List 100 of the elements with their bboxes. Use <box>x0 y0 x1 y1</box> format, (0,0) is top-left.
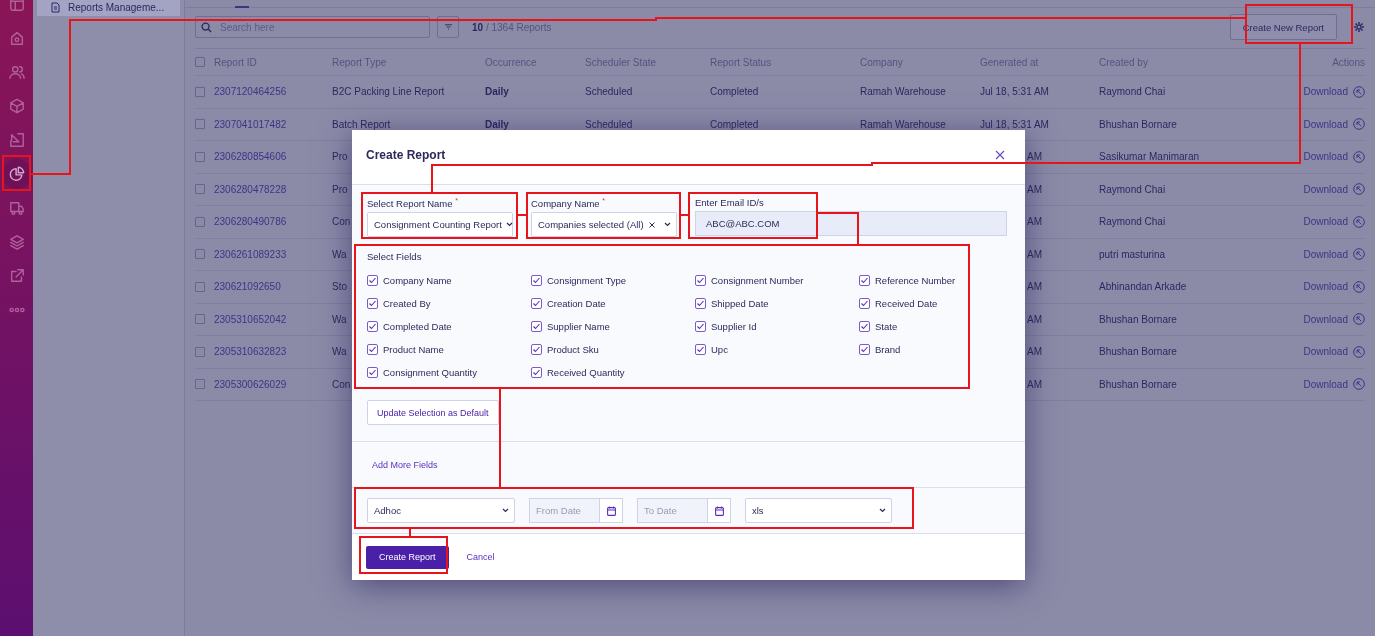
checkbox[interactable] <box>695 275 706 287</box>
select-dropdown[interactable]: xls <box>745 498 892 524</box>
checkbox-label: Supplier Id <box>711 321 757 333</box>
checkbox[interactable] <box>195 346 205 357</box>
arrow-circle-icon <box>1353 85 1365 98</box>
update-default-button[interactable]: Update Selection as Default <box>367 400 499 426</box>
dialog-title: Create Report <box>366 148 446 162</box>
annotation-box <box>2 155 31 191</box>
checkbox[interactable] <box>859 321 870 333</box>
download-link[interactable]: Download <box>1303 86 1348 98</box>
table-cell: Scheduled <box>585 86 633 98</box>
checkbox[interactable] <box>195 314 205 325</box>
table-cell: AM <box>1027 151 1042 163</box>
checkbox[interactable] <box>859 275 870 287</box>
add-more-fields-link[interactable]: Add More Fields <box>372 459 438 470</box>
checkbox[interactable] <box>195 57 205 67</box>
table-cell: AM <box>1027 248 1042 260</box>
column-header: Actions <box>1331 56 1365 68</box>
field-label: Enter Email ID/s <box>695 197 765 208</box>
arrow-circle-icon <box>1353 248 1365 261</box>
calendar-button[interactable] <box>599 498 623 524</box>
checkbox[interactable] <box>195 216 205 227</box>
download-link[interactable]: Download <box>1303 183 1348 195</box>
table-cell: 2305300626029 <box>214 378 287 390</box>
checkbox-label: Company Name <box>383 275 452 287</box>
checkbox[interactable] <box>695 298 706 310</box>
table-cell: Daily <box>485 118 509 130</box>
checkbox[interactable] <box>195 86 205 97</box>
checkbox-label: State <box>875 321 898 333</box>
checkbox[interactable] <box>859 344 870 356</box>
create-report-button[interactable]: Create Report <box>366 545 449 569</box>
close-icon[interactable] <box>995 150 1005 160</box>
date-field[interactable]: From Date <box>529 498 599 524</box>
table-cell: Daily <box>485 86 509 98</box>
checkbox[interactable] <box>531 344 542 356</box>
table-cell: Wa <box>332 248 347 260</box>
checkbox[interactable] <box>367 298 378 310</box>
download-link[interactable]: Download <box>1303 281 1348 293</box>
checkbox[interactable] <box>367 321 378 333</box>
checkbox[interactable] <box>367 367 378 379</box>
section-label: Select Fields <box>367 251 423 263</box>
checkbox[interactable] <box>531 298 542 310</box>
table-cell: Completed <box>710 86 759 98</box>
table-cell: AM <box>1027 346 1042 358</box>
checkbox[interactable] <box>367 275 378 287</box>
calendar-icon <box>606 505 616 516</box>
calendar-button[interactable] <box>707 498 731 524</box>
table-cell: Pro <box>332 151 348 163</box>
field-label: Company Name $^{*}$ <box>531 197 606 210</box>
checkbox[interactable] <box>195 281 205 292</box>
arrow-circle-icon <box>1353 378 1365 391</box>
checkbox[interactable] <box>695 344 706 356</box>
sidebar-item[interactable]: Reports Manageme... <box>37 0 180 16</box>
download-link[interactable]: Download <box>1303 346 1348 358</box>
table-cell: 2306280854606 <box>214 151 287 163</box>
date-field[interactable]: To Date <box>637 498 707 524</box>
download-link[interactable]: Download <box>1303 118 1348 130</box>
select-dropdown[interactable]: Adhoc <box>367 498 515 524</box>
arrow-circle-icon <box>1353 118 1365 131</box>
select-dropdown[interactable]: Companies selected (All) <box>531 212 677 238</box>
checkbox[interactable] <box>195 379 205 390</box>
download-link[interactable]: Download <box>1303 378 1348 390</box>
table-cell: 2305310632823 <box>214 346 287 358</box>
download-link[interactable]: Download <box>1303 313 1348 325</box>
checkbox[interactable] <box>367 344 378 356</box>
chevron-icon <box>879 508 886 514</box>
checkbox[interactable] <box>859 298 870 310</box>
checkbox-label: Upc <box>711 344 728 356</box>
checkbox-label: Shipped Date <box>711 298 769 310</box>
checkbox[interactable] <box>531 367 542 379</box>
checkbox-label: Reference Number <box>875 275 956 287</box>
checkbox[interactable] <box>531 321 542 333</box>
download-link[interactable]: Download <box>1303 151 1348 163</box>
checkbox[interactable] <box>195 184 205 195</box>
select-dropdown[interactable]: Consignment Counting Report <box>367 212 513 238</box>
checkbox-label: Consignment Number <box>711 275 804 287</box>
table-cell: Raymond Chai <box>1099 183 1166 195</box>
arrow-circle-icon <box>1353 215 1365 228</box>
checkbox[interactable] <box>695 321 706 333</box>
cancel-link[interactable]: Cancel <box>466 552 495 563</box>
arrow-circle-icon <box>1353 345 1365 358</box>
checkbox[interactable] <box>195 151 205 162</box>
table-cell: Con <box>332 378 351 390</box>
leader-line <box>409 527 411 538</box>
leader-line <box>516 214 528 216</box>
checkbox[interactable] <box>195 249 205 260</box>
checkbox[interactable] <box>195 119 205 130</box>
email-field[interactable]: ABC@ABC.COM <box>695 211 1007 236</box>
search-icon <box>201 22 212 33</box>
checkbox[interactable] <box>531 275 542 287</box>
checkbox-label: Received Quantity <box>547 367 625 379</box>
filter-icon <box>443 23 453 31</box>
table-cell: AM <box>1027 281 1042 293</box>
download-link[interactable]: Download <box>1303 216 1348 228</box>
table-cell: Wa <box>332 313 347 325</box>
table-cell: AM <box>1027 313 1042 325</box>
checkbox-label: Consignment Type <box>547 275 627 287</box>
download-link[interactable]: Download <box>1303 248 1348 260</box>
table-cell: Jul 18, 5:31 AM <box>980 86 1049 98</box>
table-cell: Bhushan Bornare <box>1099 313 1177 325</box>
